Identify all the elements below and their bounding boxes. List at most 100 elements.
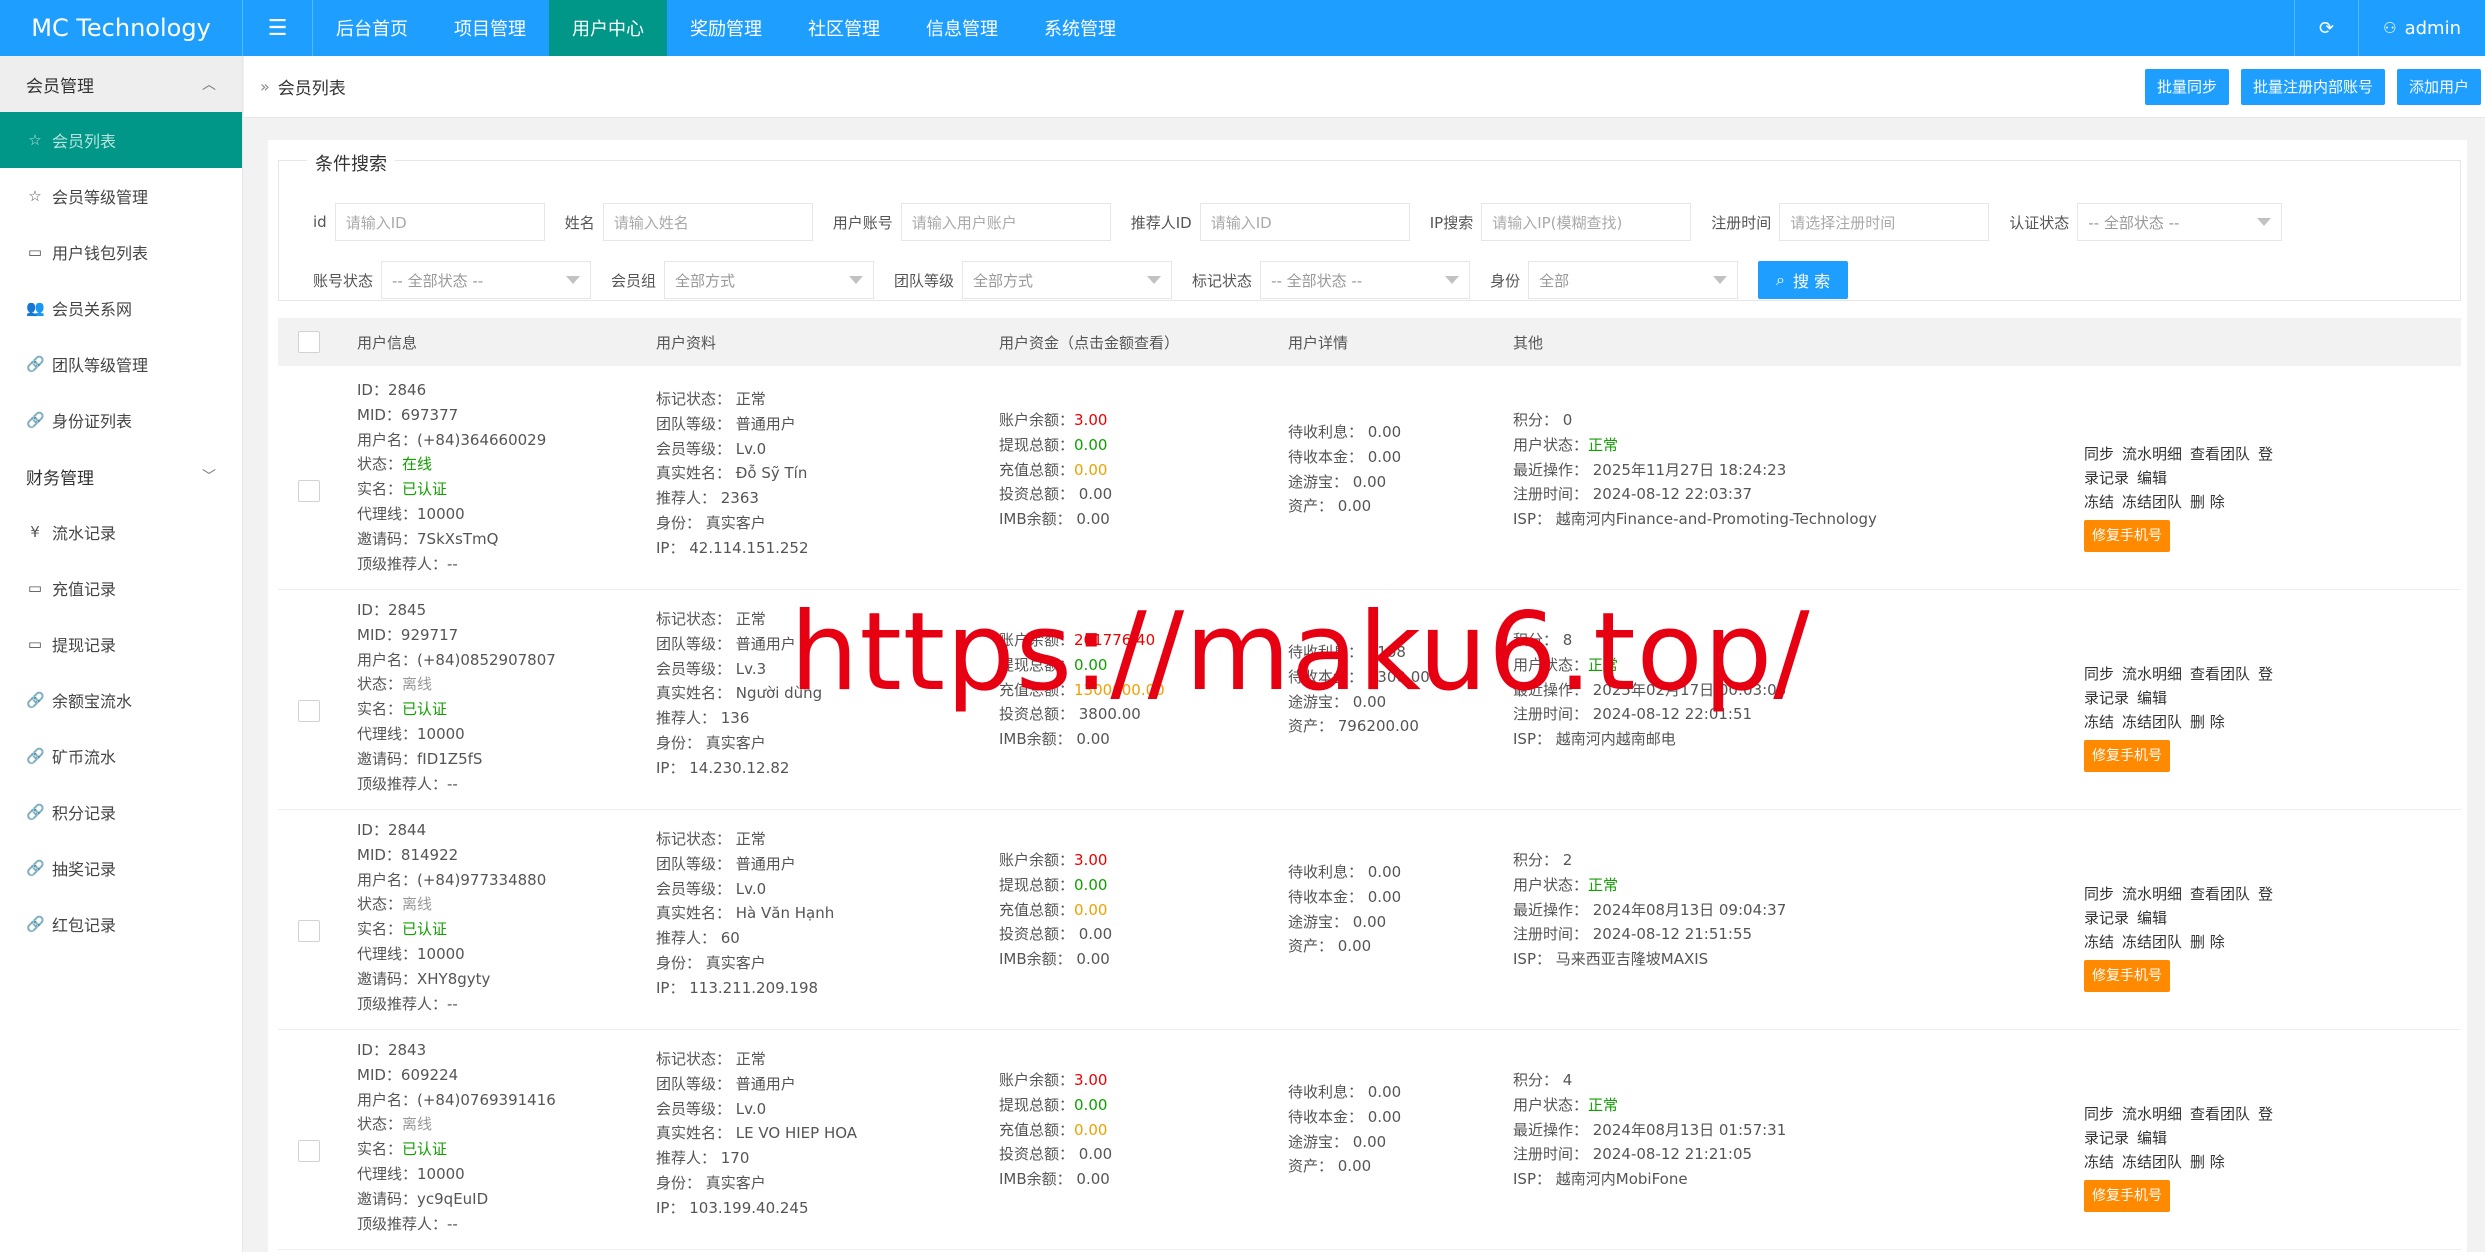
pending-principal: 待收本金： 0.00 <box>1288 447 1402 466</box>
reg-time-input[interactable]: 请选择注册时间 <box>1779 203 1990 241</box>
account-status-select[interactable]: -- 全部状态 -- <box>381 261 592 299</box>
sync-link[interactable]: 同步 <box>2084 885 2114 903</box>
link-icon: 🔗 <box>26 859 45 877</box>
identity-select[interactable]: 全部 <box>1528 261 1739 299</box>
referrer-input[interactable]: 请输入ID <box>1199 203 1410 241</box>
withdraw-value[interactable]: 0.00 <box>1074 436 1107 454</box>
user-menu[interactable]: ⚇ admin <box>2358 0 2485 56</box>
sidebar-group-finance[interactable]: 财务管理 ﹀ <box>0 448 242 504</box>
nav-projects[interactable]: 项目管理 <box>431 0 549 56</box>
balance-value[interactable]: 3.00 <box>1074 411 1107 429</box>
nav-info[interactable]: 信息管理 <box>903 0 1021 56</box>
freeze-team-link[interactable]: 冻结团队 <box>2122 933 2182 951</box>
fix-phone-button[interactable]: 修复手机号 <box>2084 960 2170 992</box>
ip-input[interactable]: 请输入IP(模糊查找) <box>1481 203 1692 241</box>
sidebar-item-id-card-list[interactable]: 🔗 身份证列表 <box>0 392 242 448</box>
freeze-team-link[interactable]: 冻结团队 <box>2122 493 2182 511</box>
flow-detail-link[interactable]: 流水明细 <box>2122 885 2182 903</box>
withdraw-value[interactable]: 0.00 <box>1074 876 1107 894</box>
delete-link[interactable]: 删 除 <box>2190 713 2225 731</box>
sync-link[interactable]: 同步 <box>2084 665 2114 683</box>
sidebar-item-coin-flow[interactable]: 🔗 矿币流水 <box>0 728 242 784</box>
sidebar-item-wallet-list[interactable]: ▭ 用户钱包列表 <box>0 224 242 280</box>
brand-logo[interactable]: MC Technology <box>0 0 243 56</box>
nav-community[interactable]: 社区管理 <box>785 0 903 56</box>
view-team-link[interactable]: 查看团队 <box>2190 665 2250 683</box>
fix-phone-button[interactable]: 修复手机号 <box>2084 1180 2170 1212</box>
flow-detail-link[interactable]: 流水明细 <box>2122 665 2182 683</box>
nav-user-center[interactable]: 用户中心 <box>549 0 667 56</box>
freeze-link[interactable]: 冻结 <box>2084 1153 2114 1171</box>
row-checkbox[interactable] <box>298 920 320 942</box>
chevron-up-icon: ︿ <box>202 77 216 93</box>
freeze-team-link[interactable]: 冻结团队 <box>2122 713 2182 731</box>
user-top-referrer: 顶级推荐人：-- <box>357 554 458 573</box>
add-user-button[interactable]: 添加用户 <box>2396 68 2481 105</box>
freeze-team-link[interactable]: 冻结团队 <box>2122 1153 2182 1171</box>
delete-link[interactable]: 删 除 <box>2190 1153 2225 1171</box>
id-input[interactable]: 请输入ID <box>334 203 545 241</box>
delete-link[interactable]: 删 除 <box>2190 933 2225 951</box>
batch-register-button[interactable]: 批量注册内部账号 <box>2240 68 2385 105</box>
name-input[interactable]: 请输入姓名 <box>602 203 813 241</box>
user-mid: MID：929717 <box>357 625 459 644</box>
delete-link[interactable]: 删 除 <box>2190 493 2225 511</box>
row-checkbox[interactable] <box>298 700 320 722</box>
sidebar-group-members[interactable]: 会员管理 ︿ <box>0 56 242 112</box>
freeze-link[interactable]: 冻结 <box>2084 933 2114 951</box>
deposit-value[interactable]: 0.00 <box>1074 461 1107 479</box>
view-team-link[interactable]: 查看团队 <box>2190 445 2250 463</box>
balance-value[interactable]: 3.00 <box>1074 1071 1107 1089</box>
menu-toggle-icon[interactable]: ☰ <box>243 0 313 56</box>
deposit-total: 充值总额：0.00 <box>999 1120 1108 1139</box>
fix-phone-button[interactable]: 修复手机号 <box>2084 740 2170 772</box>
fix-phone-button[interactable]: 修复手机号 <box>2084 520 2170 552</box>
edit-link[interactable]: 编辑 <box>2137 469 2167 487</box>
verified-badge: 已认证 <box>402 1140 448 1159</box>
view-team-link[interactable]: 查看团队 <box>2190 1105 2250 1123</box>
select-all-checkbox[interactable] <box>298 331 320 353</box>
flow-detail-link[interactable]: 流水明细 <box>2122 445 2182 463</box>
sync-link[interactable]: 同步 <box>2084 445 2114 463</box>
row-checkbox[interactable] <box>298 1140 320 1162</box>
sidebar-item-red-packet[interactable]: 🔗 红包记录 <box>0 896 242 952</box>
withdraw-value[interactable]: 0.00 <box>1074 1096 1107 1114</box>
refresh-icon[interactable]: ⟳ <box>2294 0 2358 56</box>
referrer-label: 推荐人ID <box>1130 213 1192 232</box>
sidebar-item-points[interactable]: 🔗 积分记录 <box>0 784 242 840</box>
sidebar-item-team-level[interactable]: 🔗 团队等级管理 <box>0 336 242 392</box>
nav-home[interactable]: 后台首页 <box>313 0 431 56</box>
sidebar-item-recharge[interactable]: ▭ 充值记录 <box>0 560 242 616</box>
edit-link[interactable]: 编辑 <box>2137 1129 2167 1147</box>
deposit-value[interactable]: 0.00 <box>1074 1121 1107 1139</box>
batch-sync-button[interactable]: 批量同步 <box>2144 68 2229 105</box>
sidebar-item-lottery[interactable]: 🔗 抽奖记录 <box>0 840 242 896</box>
deposit-value[interactable]: 0.00 <box>1074 901 1107 919</box>
nav-system[interactable]: 系统管理 <box>1021 0 1139 56</box>
nav-rewards[interactable]: 奖励管理 <box>667 0 785 56</box>
sidebar-item-withdraw[interactable]: ▭ 提现记录 <box>0 616 242 672</box>
edit-link[interactable]: 编辑 <box>2137 689 2167 707</box>
account-input[interactable]: 请输入用户账户 <box>900 203 1111 241</box>
edit-link[interactable]: 编辑 <box>2137 909 2167 927</box>
sidebar-item-member-level[interactable]: ☆ 会员等级管理 <box>0 168 242 224</box>
flow-detail-link[interactable]: 流水明细 <box>2122 1105 2182 1123</box>
pending-interest: 待收利息： 0.00 <box>1288 863 1402 881</box>
search-button[interactable]: ⌕ 搜 索 <box>1758 261 1849 299</box>
sidebar-item-yuebao[interactable]: 🔗 余额宝流水 <box>0 672 242 728</box>
auth-status-select[interactable]: -- 全部状态 -- <box>2077 203 2283 241</box>
sidebar-item-flow[interactable]: ¥ 流水记录 <box>0 504 242 560</box>
balance-value[interactable]: 3.00 <box>1074 851 1107 869</box>
sidebar-item-member-list[interactable]: ☆ 会员列表 <box>0 112 242 168</box>
mark-status-select[interactable]: -- 全部状态 -- <box>1260 261 1471 299</box>
team-level-select[interactable]: 全部方式 <box>962 261 1173 299</box>
points: 积分： 2 <box>1513 851 1573 869</box>
row-checkbox[interactable] <box>298 480 320 502</box>
freeze-link[interactable]: 冻结 <box>2084 713 2114 731</box>
freeze-link[interactable]: 冻结 <box>2084 493 2114 511</box>
user-id: ID：2846 <box>357 381 427 399</box>
sync-link[interactable]: 同步 <box>2084 1105 2114 1123</box>
view-team-link[interactable]: 查看团队 <box>2190 885 2250 903</box>
sidebar-item-relation-network[interactable]: 👥 会员关系网 <box>0 280 242 336</box>
group-select[interactable]: 全部方式 <box>664 261 875 299</box>
